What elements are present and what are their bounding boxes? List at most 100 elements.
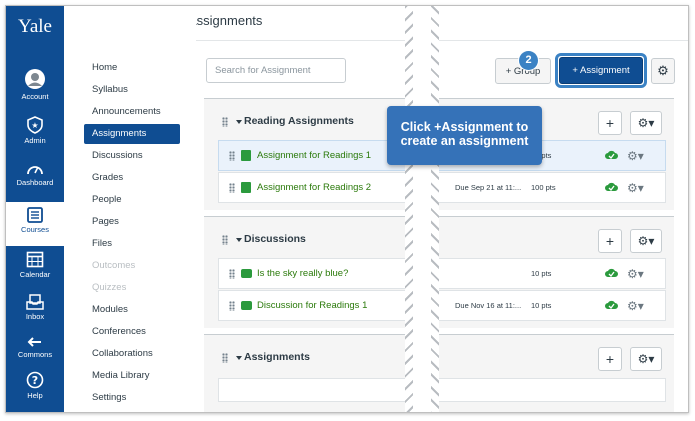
course-nav-discussions[interactable]: Discussions bbox=[84, 146, 180, 166]
row-settings-gear-icon[interactable]: ⚙▾ bbox=[627, 299, 644, 313]
discussion-link[interactable]: Discussion for Readings 1 bbox=[257, 300, 367, 311]
discussion-icon bbox=[241, 269, 252, 278]
course-nav-announcements[interactable]: Announcements bbox=[84, 102, 180, 122]
admin-shield-icon: ★ bbox=[27, 116, 43, 134]
collapse-caret-icon[interactable] bbox=[236, 238, 242, 242]
drag-handle-icon[interactable] bbox=[222, 235, 228, 245]
group-title: Discussions bbox=[244, 233, 306, 245]
step-badge: 2 bbox=[519, 51, 538, 70]
account-icon bbox=[25, 69, 45, 89]
global-nav-label: Courses bbox=[21, 225, 49, 234]
inbox-icon bbox=[26, 294, 44, 310]
global-nav-label: Inbox bbox=[25, 312, 45, 321]
plus-icon: + bbox=[605, 351, 615, 367]
table-row[interactable]: Discussion for Readings 1 Due Nov 16 at … bbox=[218, 290, 666, 321]
course-nav-settings[interactable]: Settings bbox=[84, 388, 180, 408]
group-settings-button[interactable]: ⚙▾ bbox=[630, 229, 662, 253]
points-value: 10 pts bbox=[531, 301, 552, 310]
global-nav-commons[interactable]: Commons bbox=[6, 336, 64, 359]
courses-icon bbox=[27, 207, 43, 223]
discussion-link[interactable]: Is the sky really blue? bbox=[257, 268, 348, 279]
plus-icon: + bbox=[605, 233, 615, 249]
collapse-caret-icon[interactable] bbox=[236, 120, 242, 124]
assignment-link[interactable]: Assignment for Readings 1 bbox=[257, 150, 371, 161]
course-nav-assignments[interactable]: Assignments bbox=[84, 124, 180, 144]
torn-edge-divider bbox=[405, 6, 439, 412]
group-add-button[interactable]: + bbox=[598, 347, 622, 371]
app-window: Yale Account ★ Admin Dashboard Courses C… bbox=[5, 5, 689, 413]
course-nav-collaborations[interactable]: Collaborations bbox=[84, 344, 180, 364]
course-nav-people[interactable]: People bbox=[84, 190, 180, 210]
drag-handle-icon[interactable] bbox=[229, 301, 235, 311]
course-nav-grades[interactable]: Grades bbox=[84, 168, 180, 188]
page-title: Assignments bbox=[188, 13, 263, 28]
course-nav: Home Syllabus Announcements Assignments … bbox=[64, 6, 196, 412]
global-nav-account[interactable]: Account bbox=[6, 68, 64, 101]
group-settings-button[interactable]: ⚙▾ bbox=[630, 111, 662, 135]
group-title: Reading Assignments bbox=[244, 115, 354, 127]
table-row[interactable]: Assignment for Readings 2 Due Sep 21 at … bbox=[218, 172, 666, 203]
course-nav-syllabus[interactable]: Syllabus bbox=[84, 80, 180, 100]
collapse-caret-icon[interactable] bbox=[236, 356, 242, 360]
drag-handle-icon[interactable] bbox=[229, 151, 235, 161]
discussion-icon bbox=[241, 301, 252, 310]
group-settings-button[interactable]: ⚙▾ bbox=[630, 347, 662, 371]
global-nav-label: Calendar bbox=[19, 270, 51, 279]
global-nav-dashboard[interactable]: Dashboard bbox=[6, 162, 64, 187]
course-nav-quizzes[interactable]: Quizzes bbox=[84, 278, 180, 298]
global-nav-help[interactable]: ? Help bbox=[6, 371, 64, 400]
group-add-button[interactable]: + bbox=[598, 229, 622, 253]
drag-handle-icon[interactable] bbox=[222, 117, 228, 127]
course-nav-conferences[interactable]: Conferences bbox=[84, 322, 180, 342]
empty-group-placeholder bbox=[218, 378, 666, 402]
global-nav-admin[interactable]: ★ Admin bbox=[6, 116, 64, 145]
global-nav: Yale Account ★ Admin Dashboard Courses C… bbox=[6, 6, 64, 412]
course-nav-media-library[interactable]: Media Library bbox=[84, 366, 180, 386]
add-assignment-label: + Assignment bbox=[572, 65, 630, 76]
course-nav-outcomes[interactable]: Outcomes bbox=[84, 256, 180, 276]
commons-icon bbox=[27, 337, 41, 347]
course-nav-files[interactable]: Files bbox=[84, 234, 180, 254]
published-cloud-icon[interactable] bbox=[605, 300, 618, 310]
torn-edge-left bbox=[405, 6, 413, 412]
search-assignment-input[interactable] bbox=[206, 58, 346, 83]
add-assignment-button[interactable]: + Assignment bbox=[559, 57, 643, 84]
yale-logo[interactable]: Yale bbox=[6, 16, 64, 38]
gear-icon: ⚙▾ bbox=[637, 116, 655, 130]
global-nav-inbox[interactable]: Inbox bbox=[6, 294, 64, 321]
settings-gear-button[interactable]: ⚙ bbox=[651, 58, 675, 84]
gear-icon: ⚙▾ bbox=[637, 352, 655, 366]
group-title: Assignments bbox=[244, 351, 310, 363]
due-date: Due Sep 21 at 11:... bbox=[455, 183, 522, 192]
course-nav-pages[interactable]: Pages bbox=[84, 212, 180, 232]
row-settings-gear-icon[interactable]: ⚙▾ bbox=[627, 149, 644, 163]
group-add-button[interactable]: + bbox=[598, 111, 622, 135]
global-nav-calendar[interactable]: Calendar bbox=[6, 250, 64, 279]
published-cloud-icon[interactable] bbox=[605, 268, 618, 278]
assignment-icon bbox=[241, 182, 251, 193]
assignment-icon bbox=[241, 150, 251, 161]
global-nav-courses[interactable]: Courses bbox=[6, 202, 64, 246]
calendar-icon bbox=[26, 251, 44, 268]
points-value: 10 pts bbox=[531, 269, 552, 278]
drag-handle-icon[interactable] bbox=[229, 269, 235, 279]
dashboard-icon bbox=[27, 166, 43, 175]
course-nav-modules[interactable]: Modules bbox=[84, 300, 180, 320]
published-cloud-icon[interactable] bbox=[605, 182, 618, 192]
drag-handle-icon[interactable] bbox=[222, 353, 228, 363]
gear-icon: ⚙▾ bbox=[637, 234, 655, 248]
svg-text:?: ? bbox=[32, 374, 38, 387]
course-nav-home[interactable]: Home bbox=[84, 58, 180, 78]
drag-handle-icon[interactable] bbox=[229, 183, 235, 193]
global-nav-label: Commons bbox=[17, 350, 53, 359]
help-icon: ? bbox=[26, 371, 44, 389]
global-nav-label: Dashboard bbox=[16, 178, 54, 187]
published-cloud-icon[interactable] bbox=[605, 150, 618, 160]
row-settings-gear-icon[interactable]: ⚙▾ bbox=[627, 181, 644, 195]
assignment-link[interactable]: Assignment for Readings 2 bbox=[257, 182, 371, 193]
table-row[interactable]: Is the sky really blue? 10 pts ⚙▾ bbox=[218, 258, 666, 289]
svg-text:★: ★ bbox=[31, 121, 38, 130]
row-settings-gear-icon[interactable]: ⚙▾ bbox=[627, 267, 644, 281]
global-nav-label: Help bbox=[27, 391, 43, 400]
torn-edge-right bbox=[431, 6, 439, 412]
